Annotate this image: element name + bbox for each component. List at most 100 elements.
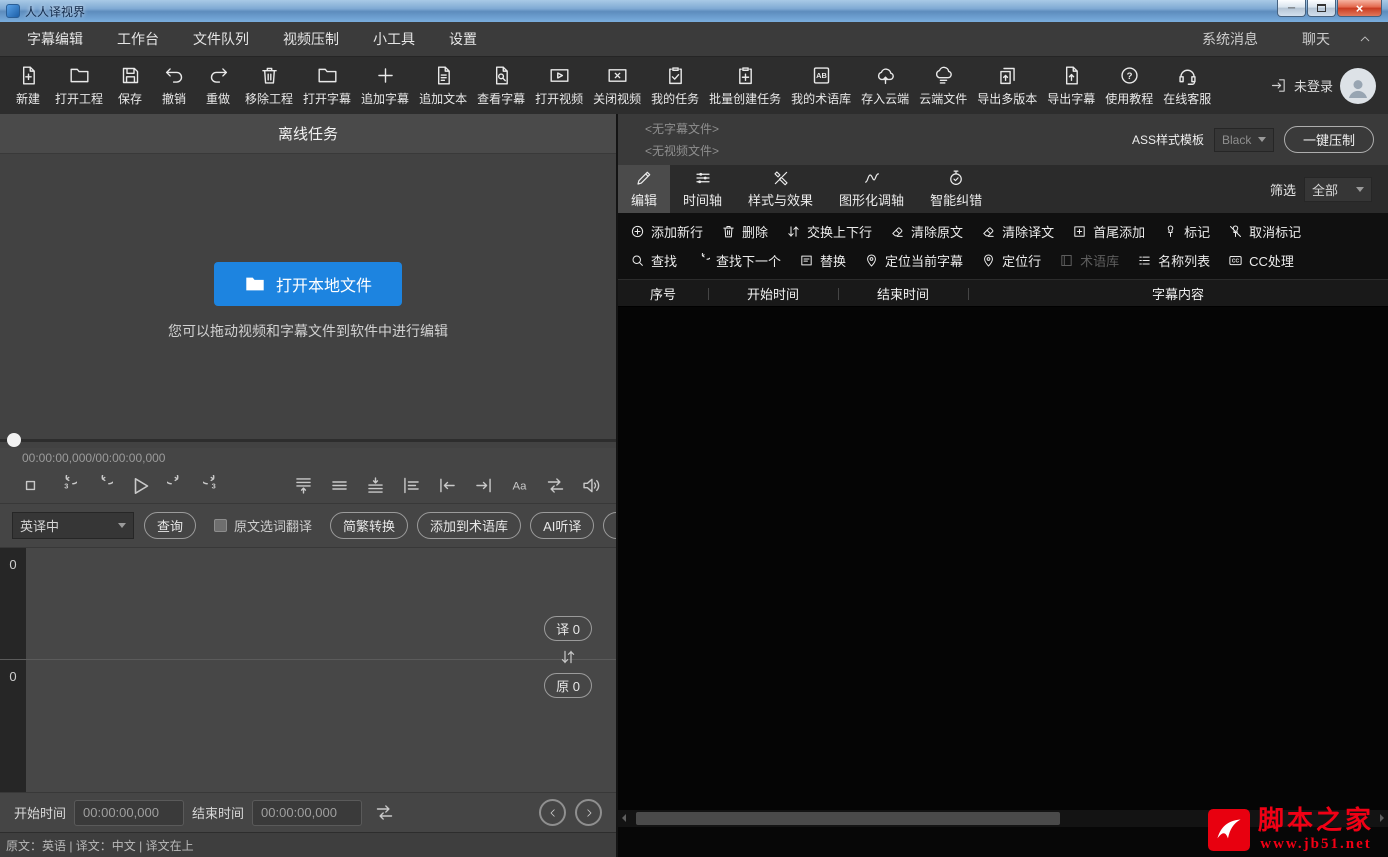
machine-translate-button[interactable]: 机 — [603, 512, 616, 539]
menu-item-video-encode[interactable]: 视频压制 — [266, 22, 356, 56]
toolbar-append-text-button[interactable]: 追加文本 — [414, 58, 472, 114]
slider-track[interactable] — [0, 439, 616, 442]
toolbar-save-to-cloud-button[interactable]: 存入云端 — [856, 58, 914, 114]
stop-button[interactable] — [20, 475, 41, 496]
delete-row-button[interactable]: 删除 — [721, 222, 768, 241]
play-button[interactable] — [128, 474, 152, 498]
source-count-button[interactable]: 原 0 — [544, 673, 592, 699]
menu-item-settings[interactable]: 设置 — [432, 22, 494, 56]
scrollbar-thumb[interactable] — [636, 812, 1060, 825]
menu-item-file-queue[interactable]: 文件队列 — [176, 22, 266, 56]
open-local-file-button[interactable]: 打开本地文件 — [214, 262, 402, 306]
toolbar-redo-button[interactable]: 重做 — [196, 58, 240, 114]
scroll-right-arrow[interactable] — [1380, 814, 1384, 822]
swap-source-target-icon[interactable] — [559, 648, 577, 666]
find-button[interactable]: 查找 — [630, 251, 677, 270]
add-row-button[interactable]: 添加新行 — [630, 222, 703, 241]
previous-subtitle-button[interactable] — [539, 799, 566, 826]
toolbar-append-subtitle-button[interactable]: 追加字幕 — [356, 58, 414, 114]
swap-layout-button[interactable] — [545, 475, 566, 496]
rewind-3s-button[interactable] — [56, 475, 77, 496]
unmark-button[interactable]: 取消标记 — [1228, 222, 1301, 241]
toolbar-my-termbase-button[interactable]: 我的术语库 — [786, 58, 856, 114]
collapse-toolbar-button[interactable] — [1352, 32, 1378, 46]
toolbar-batch-create-tasks-button[interactable]: 批量创建任务 — [704, 58, 786, 114]
subtitle-table-body[interactable] — [618, 307, 1388, 810]
file-drop-area[interactable]: 打开本地文件 您可以拖动视频和字幕文件到软件中进行编辑 — [0, 154, 616, 432]
source-text-area[interactable] — [26, 660, 616, 792]
replace-button[interactable]: 替换 — [799, 251, 846, 270]
toolbar-open-subtitle-button[interactable]: 打开字幕 — [298, 58, 356, 114]
close-button[interactable]: × — [1337, 0, 1382, 17]
query-button[interactable]: 查询 — [144, 512, 197, 539]
column-header-index[interactable]: 序号 — [618, 280, 708, 306]
minimize-button[interactable]: ─ — [1277, 0, 1306, 17]
subtitle-align-middle-button[interactable] — [329, 475, 350, 496]
toolbar-online-support-button[interactable]: 在线客服 — [1158, 58, 1216, 114]
chat-link[interactable]: 聊天 — [1280, 29, 1352, 49]
avatar[interactable] — [1340, 67, 1376, 104]
clear-target-button[interactable]: 清除译文 — [981, 222, 1054, 241]
titlebar[interactable]: 人人译视界 ─ × — [0, 0, 1388, 22]
end-time-input[interactable] — [252, 799, 363, 826]
subtitle-align-top-button[interactable] — [293, 475, 314, 496]
tab-style-effects[interactable]: 样式与效果 — [735, 165, 826, 213]
ai-transcribe-button[interactable]: AI听译 — [530, 512, 595, 539]
toolbar-save-button[interactable]: 保存 — [108, 58, 152, 114]
tab-timeline[interactable]: 时间轴 — [670, 165, 735, 213]
mark-button[interactable]: 标记 — [1163, 222, 1210, 241]
toolbar-open-project-button[interactable]: 打开工程 — [50, 58, 108, 114]
add-head-tail-button[interactable]: 首尾添加 — [1072, 222, 1145, 241]
translation-count-button[interactable]: 译 0 — [544, 616, 592, 642]
toolbar-view-subtitle-button[interactable]: 查看字幕 — [472, 58, 530, 114]
toolbar-tutorial-button[interactable]: 使用教程 — [1100, 58, 1158, 114]
menu-item-tools[interactable]: 小工具 — [356, 22, 432, 56]
toolbar-export-subtitle-button[interactable]: 导出字幕 — [1042, 58, 1100, 114]
column-header-end-time[interactable]: 结束时间 — [838, 280, 968, 306]
language-pair-select[interactable]: 英译中 — [12, 512, 134, 539]
start-time-input[interactable] — [74, 799, 185, 826]
login-area[interactable]: 未登录 — [1256, 67, 1382, 104]
translation-text-area[interactable] — [26, 548, 616, 660]
find-next-button[interactable]: 查找下一个 — [695, 251, 781, 270]
subtitle-align-bottom-button[interactable] — [365, 475, 386, 496]
swap-times-icon[interactable] — [374, 802, 395, 823]
align-left-button[interactable] — [401, 475, 422, 496]
toolbar-close-video-button[interactable]: 关闭视频 — [588, 58, 646, 114]
maximize-button[interactable] — [1307, 0, 1336, 17]
toolbar-open-video-button[interactable]: 打开视频 — [530, 58, 588, 114]
toolbar-remove-project-button[interactable]: 移除工程 — [240, 58, 298, 114]
jump-to-end-button[interactable] — [473, 475, 494, 496]
toolbar-cloud-files-button[interactable]: 云端文件 — [914, 58, 972, 114]
toolbar-undo-button[interactable]: 撤销 — [152, 58, 196, 114]
termbase-button[interactable]: 术语库 — [1059, 251, 1119, 270]
tab-edit[interactable]: 编辑 — [618, 165, 671, 213]
toolbar-new-button[interactable]: 新建 — [6, 58, 50, 114]
toolbar-my-tasks-button[interactable]: 我的任务 — [646, 58, 704, 114]
slider-handle[interactable] — [7, 433, 21, 447]
volume-button[interactable] — [581, 475, 602, 496]
tab-smart-correct[interactable]: 智能纠错 — [917, 165, 995, 213]
system-messages-link[interactable]: 系统消息 — [1180, 29, 1280, 49]
one-click-encode-button[interactable]: 一键压制 — [1283, 126, 1374, 153]
locate-row-button[interactable]: 定位行 — [981, 251, 1041, 270]
column-header-content[interactable]: 字幕内容 — [968, 280, 1388, 306]
add-to-termbase-button[interactable]: 添加到术语库 — [417, 512, 522, 539]
simplified-traditional-button[interactable]: 简繁转换 — [330, 512, 409, 539]
select-word-checkbox[interactable] — [214, 519, 228, 532]
locate-current-button[interactable]: 定位当前字幕 — [864, 251, 963, 270]
forward-3s-button[interactable] — [203, 475, 224, 496]
filter-select[interactable]: 全部 — [1304, 176, 1372, 202]
jump-to-start-button[interactable] — [437, 475, 458, 496]
column-header-start-time[interactable]: 开始时间 — [708, 280, 838, 306]
replay-button[interactable] — [92, 475, 113, 496]
scroll-left-arrow[interactable] — [622, 814, 626, 822]
cc-process-button[interactable]: CC处理 — [1228, 251, 1294, 270]
menu-item-workbench[interactable]: 工作台 — [100, 22, 176, 56]
next-subtitle-button[interactable] — [575, 799, 602, 826]
name-list-button[interactable]: 名称列表 — [1137, 251, 1210, 270]
timeline-slider[interactable] — [0, 432, 616, 448]
tab-graph-adjust[interactable]: 图形化调轴 — [826, 165, 917, 213]
menu-item-subtitle-edit[interactable]: 字幕编辑 — [10, 22, 100, 56]
swap-rows-button[interactable]: 交换上下行 — [786, 222, 872, 241]
